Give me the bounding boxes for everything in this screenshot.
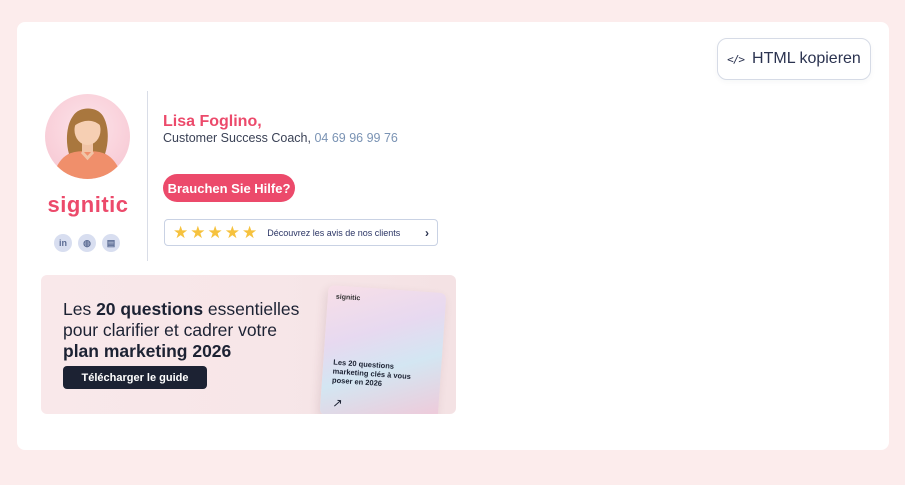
signature-name: Lisa Foglino,: [163, 113, 262, 130]
book-title: Les 20 questions marketing clés à vous p…: [331, 357, 412, 388]
globe-icon[interactable]: ◍: [78, 234, 96, 252]
marketing-banner[interactable]: Les 20 questions essentielles pour clari…: [41, 275, 456, 414]
banner-line-1: Les 20 questions essentielles: [63, 299, 299, 320]
guide-book-cover: signitic Les 20 questions marketing clés…: [319, 285, 447, 414]
vertical-divider: [147, 91, 148, 261]
star-icon: ★: [190, 223, 206, 242]
banner-line-3: plan marketing 2026: [63, 341, 232, 361]
copy-html-button[interactable]: </> HTML kopieren: [717, 38, 871, 80]
star-icon: ★: [173, 223, 189, 242]
signature-role: Customer Success Coach,: [163, 131, 315, 145]
banner-line-1-post: essentielles: [203, 299, 300, 319]
book-logo: signitic: [335, 293, 361, 303]
star-icon: ★: [242, 223, 258, 242]
help-button[interactable]: Brauchen Sie Hilfe?: [163, 174, 295, 202]
avatar: [45, 94, 130, 179]
reviews-badge[interactable]: ★ ★ ★ ★ ★ Découvrez les avis de nos clie…: [164, 219, 438, 246]
linkedin-icon[interactable]: in: [54, 234, 72, 252]
star-icon: ★: [224, 223, 240, 242]
copy-html-label: HTML kopieren: [752, 50, 861, 67]
person-photo: [53, 108, 122, 179]
download-guide-button[interactable]: Télécharger le guide: [63, 366, 207, 389]
signature-phone[interactable]: 04 69 96 99 76: [314, 131, 397, 145]
signature-preview-card: </> HTML kopieren signitic in ◍ ▤ Lisa F…: [17, 22, 889, 450]
reviews-text: Découvrez les avis de nos clients: [267, 227, 401, 238]
banner-line-1-bold: 20 questions: [96, 299, 204, 319]
code-icon: </>: [727, 52, 745, 66]
chevron-right-icon: ›: [425, 225, 429, 240]
star-icon: ★: [207, 223, 223, 242]
signitic-logo: signitic: [47, 192, 129, 217]
banner-line-2: pour clarifier et cadrer votre: [63, 320, 277, 340]
signature-role-line: Customer Success Coach, 04 69 96 99 76: [163, 131, 398, 145]
contact-card-icon[interactable]: ▤: [102, 234, 120, 252]
arrow-icon: ↗: [331, 395, 344, 411]
banner-line-1-pre: Les: [63, 299, 97, 319]
